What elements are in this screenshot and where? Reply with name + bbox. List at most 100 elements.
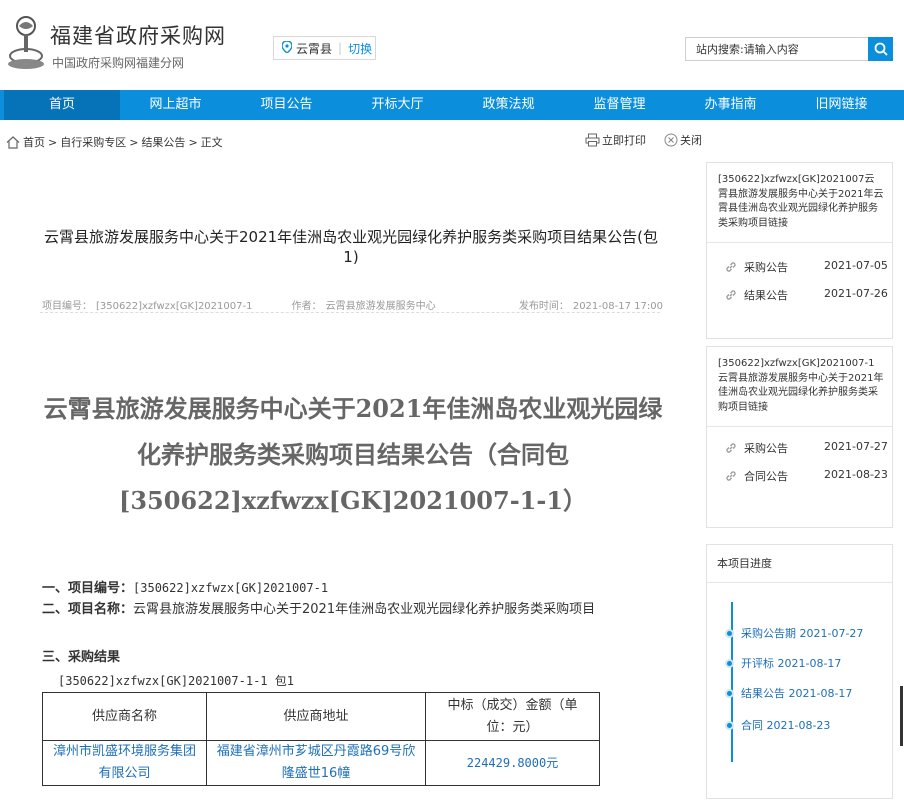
nav-item-home[interactable]: 首页 — [4, 90, 120, 120]
location-pin-icon — [281, 39, 293, 56]
list-item-name: 结果公告 — [744, 289, 788, 302]
project-progress-box: 本项目进度 采购公告期 2021-07-27 开评标 2021-08-17 结果… — [706, 544, 893, 799]
section-project-code-value: [350622]xzfwzx[GK]2021007-1 — [133, 581, 329, 595]
close-button[interactable]: 关闭 — [664, 132, 702, 148]
meta-time: 2021-08-17 17:00 — [572, 301, 663, 312]
list-item-date: 2021-07-27 — [824, 440, 888, 453]
breadcrumb-home[interactable]: 首页 — [23, 134, 45, 150]
list-item-name: 采购公告 — [744, 261, 788, 274]
search-button[interactable] — [868, 37, 893, 61]
section-project-code: 一、项目编号：[350622]xzfwzx[GK]2021007-1 — [42, 577, 328, 600]
location-name: 云霄县 — [296, 41, 333, 56]
breadcrumb-separator: > — [188, 135, 198, 149]
list-item-date: 2021-07-26 — [824, 287, 888, 300]
nav-item-policies[interactable]: 政策法规 — [453, 90, 564, 120]
breadcrumb-result-notices[interactable]: 结果公告 — [141, 134, 185, 150]
page-scrollbar[interactable] — [900, 686, 903, 746]
breadcrumb-current: 正文 — [200, 136, 223, 149]
list-item-name: 合同公告 — [744, 470, 788, 483]
bid-amount-cell: 224429.8000元 — [425, 740, 600, 786]
supplier-address-cell: 福建省漳州市芗城区丹霞路69号欣隆盛世16幢 — [206, 740, 426, 786]
link-icon — [726, 290, 736, 300]
project-links-title[interactable]: [350622]xzfwzx[GK]2021007云霄县旅游发展服务中心关于20… — [707, 163, 892, 243]
progress-dot-icon — [725, 720, 734, 730]
section-project-name-value: 云霄县旅游发展服务中心关于2021年佳洲岛农业观光园绿化养护服务类采购项目 — [133, 602, 596, 617]
progress-step[interactable]: 结果公告 2021-08-17 — [725, 685, 852, 701]
table-header-cell: 供应商名称 — [42, 692, 207, 741]
printer-icon — [585, 133, 600, 147]
progress-title: 本项目进度 — [707, 545, 892, 583]
print-label: 立即打印 — [602, 134, 646, 147]
search-icon — [874, 42, 888, 56]
print-button[interactable]: 立即打印 — [585, 132, 646, 148]
breadcrumb-bar: 首页 > 自行采购专区 > 结果公告 > 正文 立即打印 关闭 — [0, 120, 904, 160]
list-item[interactable]: 结果公告 2021-07-26 — [707, 281, 892, 309]
section-project-name-label: 二、项目名称： — [42, 602, 134, 617]
progress-dot-icon — [725, 628, 734, 638]
project-links-box-1: [350622]xzfwzx[GK]2021007云霄县旅游发展服务中心关于20… — [706, 162, 893, 339]
site-logo-icon[interactable] — [6, 14, 46, 72]
breadcrumb-self-procurement[interactable]: 自行采购专区 — [60, 134, 126, 150]
nav-item-project-notices[interactable]: 项目公告 — [231, 90, 342, 120]
location-selector[interactable]: 云霄县 | 切换 — [273, 36, 376, 60]
section-project-code-label: 一、项目编号： — [42, 581, 134, 596]
progress-step-label: 采购公告期 2021-07-27 — [741, 627, 864, 640]
progress-step[interactable]: 采购公告期 2021-07-27 — [725, 625, 863, 641]
progress-step[interactable]: 开评标 2021-08-17 — [725, 655, 841, 671]
table-header-cell: 供应商地址 — [206, 692, 426, 741]
breadcrumb-separator: > — [129, 135, 139, 149]
nav-item-online-mall[interactable]: 网上超市 — [120, 90, 231, 120]
site-title[interactable]: 福建省政府采购网 — [50, 20, 226, 50]
meta-author-label: 作者： — [291, 301, 322, 312]
supplier-name-cell: 漳州市凯盛环境服务集团有限公司 — [42, 740, 207, 786]
announcement-heading: 云霄县旅游发展服务中心关于2021年佳洲岛农业观光园绿化养护服务类采购项目结果公… — [43, 394, 663, 515]
article-tools: 立即打印 关闭 — [585, 132, 720, 148]
project-links-title[interactable]: [350622]xzfwzx[GK]2021007-1云霄县旅游发展服务中心关于… — [707, 347, 892, 427]
meta-code: [350622]xzfwzx[GK]2021007-1 — [96, 301, 253, 312]
home-icon — [6, 135, 20, 149]
table-row: 漳州市凯盛环境服务集团有限公司 福建省漳州市芗城区丹霞路69号欣隆盛世16幢 2… — [42, 740, 600, 786]
meta-time-label: 发布时间： — [518, 301, 569, 312]
meta-author: 云霄县旅游发展服务中心 — [325, 301, 436, 312]
list-item-name: 采购公告 — [744, 442, 788, 455]
link-icon — [726, 262, 736, 272]
progress-dot-icon — [725, 658, 734, 668]
nav-item-bid-opening-hall[interactable]: 开标大厅 — [342, 90, 453, 120]
section-result-label: 三、采购结果 — [42, 650, 121, 665]
nav-item-guide[interactable]: 办事指南 — [675, 90, 786, 120]
site-search: 站内搜索: — [685, 37, 893, 61]
search-input[interactable] — [743, 39, 854, 59]
close-icon — [664, 133, 678, 147]
search-label: 站内搜索: — [696, 43, 744, 56]
article-title: 云霄县旅游发展服务中心关于2021年佳洲岛农业观光园绿化养护服务类采购项目结果公… — [43, 228, 659, 266]
package-line: [350622]xzfwzx[GK]2021007-1-1 包1 — [58, 674, 294, 688]
table-header-row: 供应商名称 供应商地址 中标（成交）金额（单位：元） — [42, 692, 600, 741]
progress-step[interactable]: 合同 2021-08-23 — [725, 717, 830, 733]
project-links-box-2: [350622]xzfwzx[GK]2021007-1云霄县旅游发展服务中心关于… — [706, 346, 893, 528]
progress-step-label: 开评标 2021-08-17 — [741, 657, 842, 670]
list-item[interactable]: 合同公告 2021-08-23 — [707, 462, 892, 490]
link-icon — [726, 443, 736, 453]
section-result-heading: 三、采购结果 — [42, 647, 120, 669]
breadcrumb-separator: > — [48, 135, 58, 149]
nav-item-old-site-link[interactable]: 旧网链接 — [786, 90, 897, 120]
progress-dot-icon — [725, 688, 734, 698]
list-item-date: 2021-07-05 — [824, 259, 888, 272]
list-item[interactable]: 采购公告 2021-07-05 — [707, 253, 892, 281]
result-table: 供应商名称 供应商地址 中标（成交）金额（单位：元） 漳州市凯盛环境服务集团有限… — [42, 692, 600, 786]
section-project-name: 二、项目名称：云霄县旅游发展服务中心关于2021年佳洲岛农业观光园绿化养护服务类… — [42, 599, 662, 621]
nav-item-supervision[interactable]: 监督管理 — [564, 90, 675, 120]
link-icon — [726, 471, 736, 481]
location-switch-link[interactable]: 切换 — [348, 40, 372, 57]
meta-code-label: 项目编号： — [42, 301, 92, 312]
list-item-date: 2021-08-23 — [824, 468, 888, 481]
main-nav: 首页 网上超市 项目公告 开标大厅 政策法规 监督管理 办事指南 旧网链接 — [0, 90, 904, 120]
table-header-cell: 中标（成交）金额（单位：元） — [425, 692, 600, 741]
progress-step-label: 结果公告 2021-08-17 — [741, 687, 853, 700]
breadcrumb: 首页 > 自行采购专区 > 结果公告 > 正文 — [6, 134, 223, 150]
location-divider: | — [338, 41, 343, 55]
close-label: 关闭 — [680, 134, 702, 147]
list-item[interactable]: 采购公告 2021-07-27 — [707, 434, 892, 462]
site-header: 福建省政府采购网 中国政府采购网福建分网 云霄县 | 切换 站内搜索: — [0, 0, 904, 90]
article-meta: 项目编号： [350622]xzfwzx[GK]2021007-1 作者： 云霄县旅… — [42, 297, 667, 312]
